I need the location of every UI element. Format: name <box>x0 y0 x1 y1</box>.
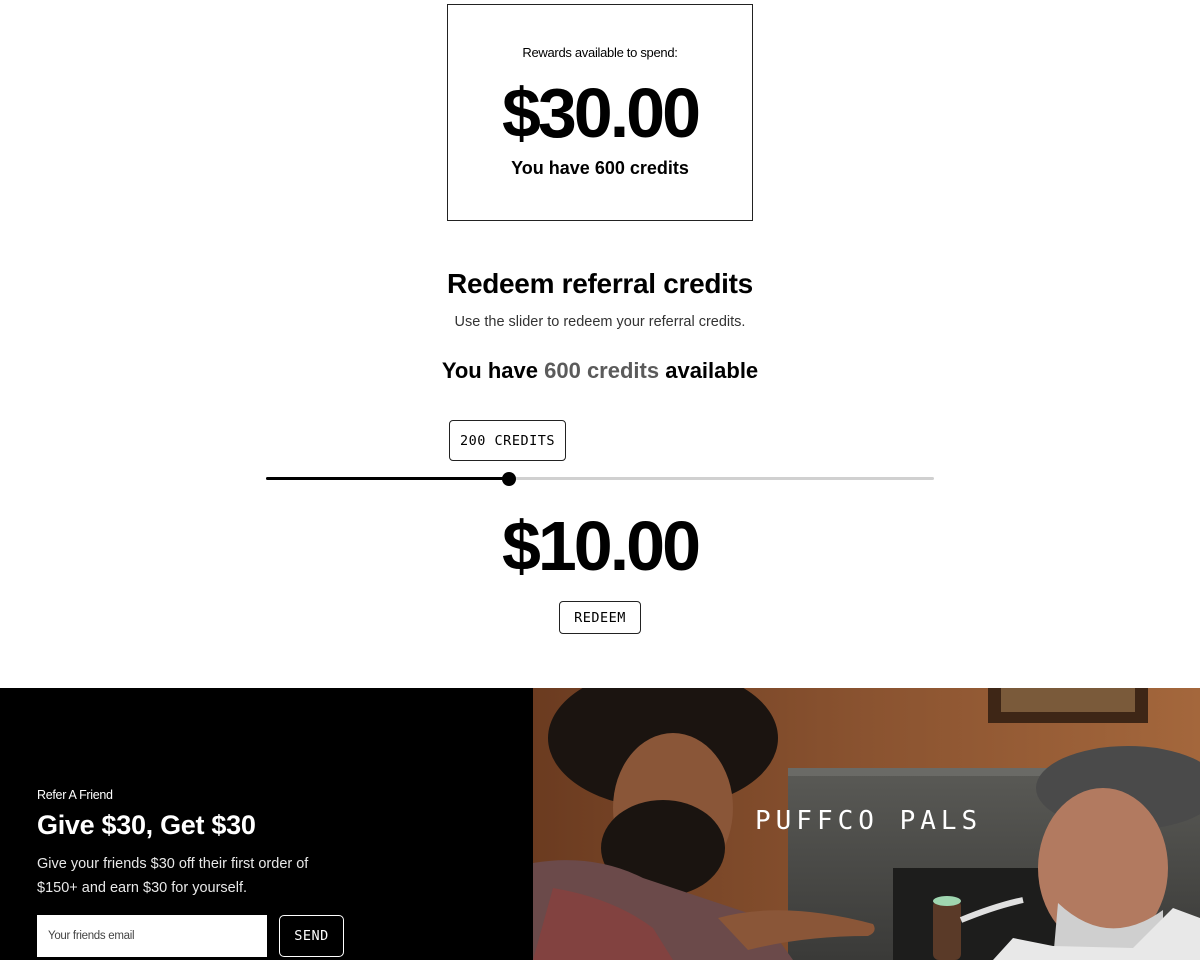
redeem-title: Redeem referral credits <box>447 268 753 299</box>
redeem-amount: $10.00 <box>501 507 701 585</box>
send-button[interactable]: SEND <box>279 915 344 957</box>
available-suffix: available <box>665 358 759 383</box>
slider-handle[interactable] <box>501 472 516 486</box>
slider-value-label: 200 CREDITS <box>449 420 566 461</box>
rewards-amount: $30.00 <box>501 74 701 152</box>
rewards-caption: Rewards available to spend: <box>522 45 678 60</box>
friend-email-input[interactable] <box>37 915 267 957</box>
available-prefix: You have <box>441 358 538 383</box>
promo-photo: PUFFCO PALS <box>533 688 1200 960</box>
credits-available-line: You have 600 credits available <box>0 358 1200 384</box>
slider-fill <box>266 477 509 480</box>
refer-eyebrow: Refer A Friend <box>37 788 113 802</box>
rewards-card: Rewards available to spend: $30.00 You h… <box>447 4 753 221</box>
rewards-credits-text: You have 600 credits <box>511 158 689 178</box>
refer-panel: Refer A Friend Give $30, Get $30 Give yo… <box>0 688 533 960</box>
refer-description: Give your friends $30 off their first or… <box>37 856 309 896</box>
available-credits-highlight: 600 credits <box>544 358 660 383</box>
promo-title: PUFFCO PALS <box>755 806 983 836</box>
redeem-subtitle: Use the slider to redeem your referral c… <box>454 314 746 330</box>
refer-title: Give $30, Get $30 <box>37 810 256 840</box>
redeem-button[interactable]: REDEEM <box>559 601 641 634</box>
